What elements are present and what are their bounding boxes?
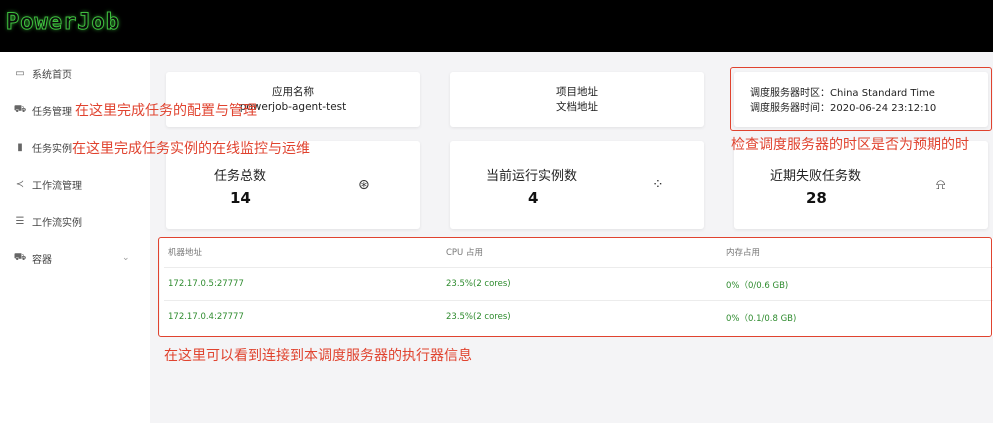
sidebar-item-label: 系统首页 [32, 69, 72, 81]
worker-highlight-box [158, 237, 992, 337]
running-instances-card: 当前运行实例数 4 ⁘ [450, 141, 704, 229]
bar-chart-icon: ▮ [17, 141, 23, 153]
sidebar-item-home[interactable]: ▭ 系统首页 [14, 63, 72, 83]
failed-tasks-card: 近期失败任务数 28 ⍾ [734, 141, 988, 229]
chevron-down-icon[interactable]: ⌄ [122, 253, 130, 263]
failed-tasks-title: 近期失败任务数 [770, 169, 862, 184]
docs-link[interactable]: 文档地址 [556, 100, 598, 115]
powerjob-logo[interactable]: PowerJob [6, 10, 120, 36]
sidebar-item-workflow-management[interactable]: ≺ 工作流管理 [14, 174, 82, 194]
timezone-highlight-box [730, 67, 992, 131]
share-icon: ≺ [15, 178, 25, 190]
sidebar-item-workflow-instance[interactable]: ☰ 工作流实例 [14, 211, 82, 231]
links-card: 项目地址 文档地址 [450, 72, 704, 127]
annotation-timezone-check: 检查调度服务器的时区是否为预期的时 [731, 137, 969, 153]
container-icon: ⛟ [13, 251, 27, 263]
monitor-icon: ▭ [15, 67, 25, 79]
bell-icon: ⍾ [936, 177, 946, 193]
annotation-worker-info: 在这里可以看到连接到本调度服务器的执行器信息 [164, 348, 472, 364]
running-instances-value: 4 [528, 189, 539, 207]
loading-icon: ⁘ [652, 177, 664, 193]
sidebar-item-label: 任务实例 [32, 143, 72, 155]
top-bar: PowerJob [0, 0, 993, 52]
annotation-task-instance: 在这里完成任务实例的在线监控与运维 [72, 141, 310, 157]
total-tasks-value: 14 [230, 189, 251, 207]
sidebar-item-task-management[interactable]: ⛟ 任务管理 [14, 100, 72, 120]
annotation-task-management: 在这里完成任务的配置与管理 [75, 103, 257, 119]
cart-icon: ⛟ [13, 103, 27, 115]
dribbble-icon: ⊛ [358, 177, 370, 193]
app-name-label: 应用名称 [272, 85, 314, 98]
sidebar-item-label: 容器 [32, 254, 52, 266]
failed-tasks-value: 28 [806, 189, 827, 207]
sidebar-item-task-instance[interactable]: ▮ 任务实例 [14, 137, 72, 157]
sidebar-item-label: 任务管理 [32, 106, 72, 118]
list-icon: ☰ [15, 215, 25, 227]
sidebar-item-label: 工作流实例 [32, 217, 82, 229]
running-instances-title: 当前运行实例数 [486, 169, 578, 184]
sidebar-item-container[interactable]: ⛟ 容器 ⌄ [14, 248, 139, 268]
sidebar-item-label: 工作流管理 [32, 180, 82, 192]
total-tasks-title: 任务总数 [214, 169, 267, 184]
project-link[interactable]: 项目地址 [556, 85, 598, 100]
